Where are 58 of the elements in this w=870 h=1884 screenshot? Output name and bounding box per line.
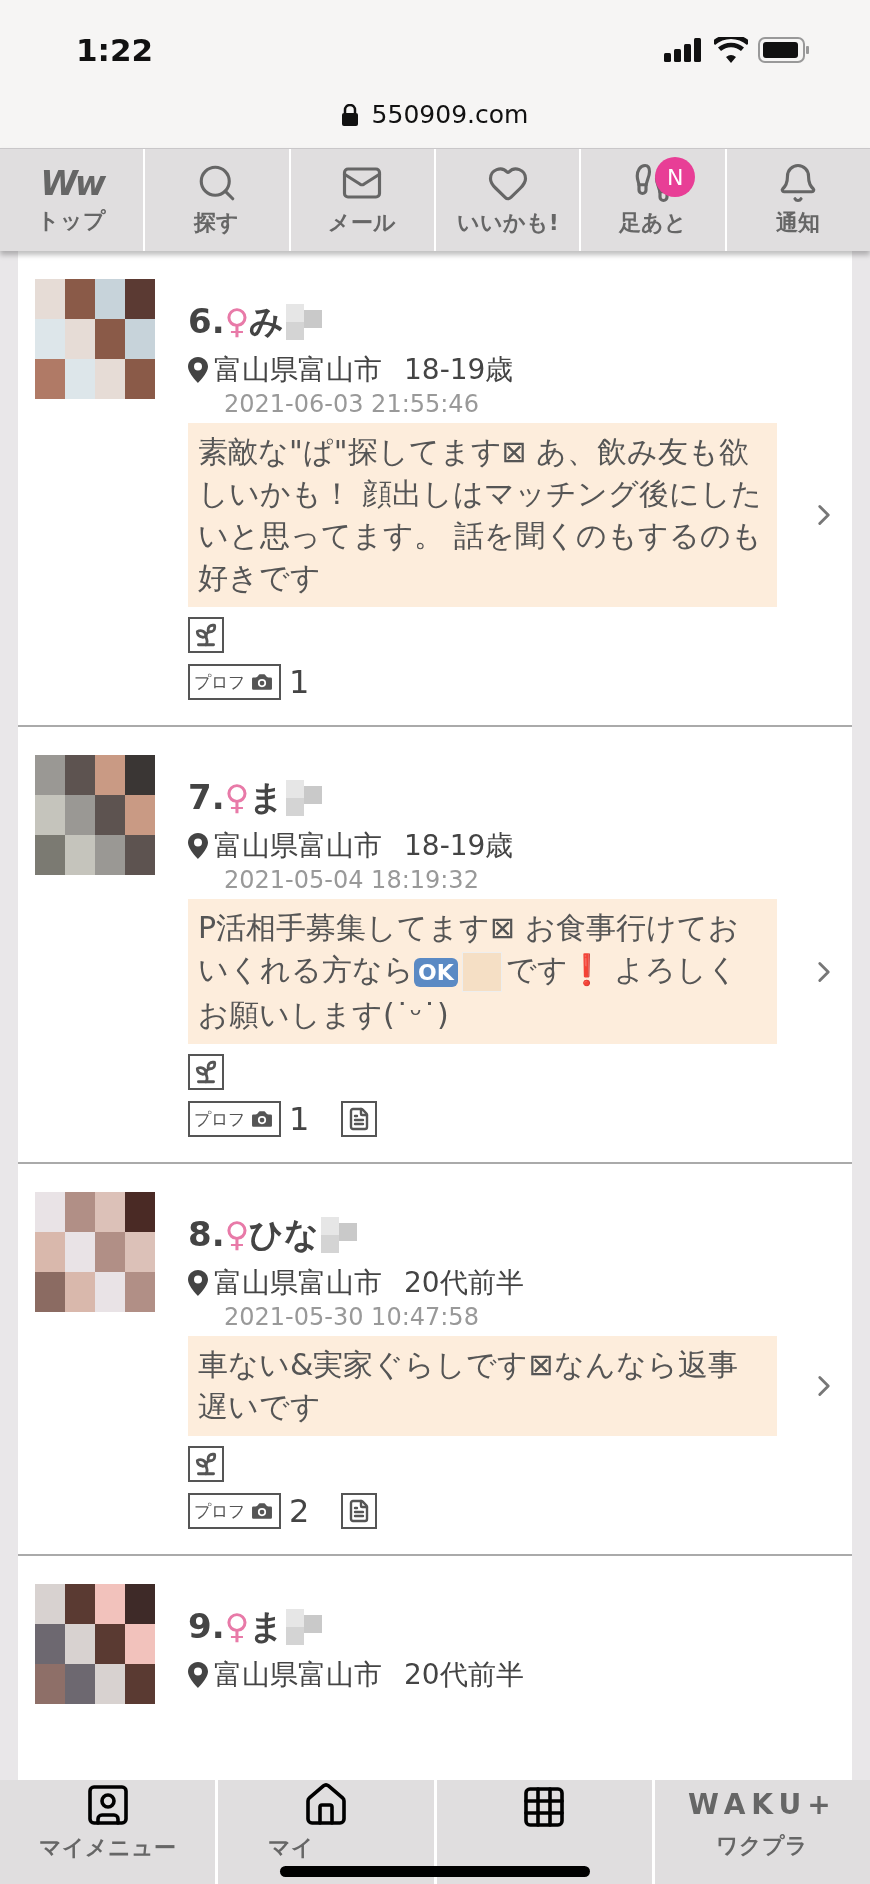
age-text: 18-19歳 [404, 828, 514, 864]
nav-tab[interactable]: いいかも! [436, 149, 580, 251]
post-date: 2021-05-30 10:47:58 [224, 1302, 480, 1332]
blurred-name-mosaic [321, 1217, 358, 1253]
nav-tab[interactable]: 通知 [726, 149, 870, 251]
post-date: 2021-06-03 21:55:46 [224, 389, 480, 419]
profile-photo-tag: プロフ [188, 664, 281, 700]
profile-card[interactable]: 8.♀ひな 富山県富山市 20代前半 2021-05-30 10:47:58 車ない&実家ぐらしです⊠なんなら返事遅いです プロフ 2 [18, 1164, 852, 1556]
profile-card[interactable]: 6.♀み 富山県富山市 18-19歳 2021-06-03 21:55:46 素敵な"ぱ"探してます⊠ あ、飲み友も欲しいかも！ 顔出しはマッチング後にしたいと思ってます。 話を聞くのもするのも好きです プロフ 1 [18, 251, 852, 727]
age-text: 20代前半 [404, 1657, 524, 1693]
status-time: 1:22 [76, 32, 154, 68]
blurred-name-mosaic [286, 780, 323, 816]
location-pin-icon [188, 833, 208, 859]
sprout-icon [188, 617, 224, 653]
url-text[interactable]: 550909.com [371, 100, 529, 129]
lock-icon [341, 103, 358, 126]
profile-photo-tag: プロフ [188, 1101, 281, 1137]
location-text: 富山県富山市 [214, 1657, 382, 1693]
profile-card[interactable]: 7.♀ま 富山県富山市 18-19歳 2021-05-04 18:19:32 P活相手募集してます⊠ お食事行けておいくれる方なら OK です❗ よろしくお願いします(˙ᵕ˙) プロフ 1 [18, 727, 852, 1164]
signal-icon [664, 38, 704, 62]
age-text: 20代前半 [404, 1265, 524, 1301]
nav-tab[interactable]: メール [290, 149, 434, 251]
message-text: 素敵な"ぱ"探してます⊠ あ、飲み友も欲しいかも！ 顔出しはマッチング後にしたいと思ってます。 話を聞くのもするのも好きです [188, 423, 777, 607]
post-date: 2021-05-04 18:19:32 [224, 865, 480, 895]
bottom-nav-tab[interactable]: マイ [218, 1780, 434, 1884]
age-text: 18-19歳 [404, 352, 514, 388]
photo-count: 1 [289, 663, 310, 701]
new-badge: N [655, 157, 696, 197]
bottom-nav-tab[interactable]: マイメニュー [0, 1780, 216, 1884]
message-text: P活相手募集してます⊠ お食事行けておいくれる方なら OK です❗ よろしくお願いします(˙ᵕ˙) [188, 899, 777, 1044]
location-text: 富山県富山市 [214, 1265, 382, 1301]
profile-name: 7.♀ま [188, 776, 285, 819]
location-text: 富山県富山市 [214, 352, 382, 388]
bottom-nav-tab[interactable]: WAKU+ ワクプラ [654, 1780, 870, 1884]
sprout-icon [188, 1446, 224, 1482]
wifi-icon [714, 37, 748, 63]
nav-tab[interactable]: 探す [145, 149, 289, 251]
photo-count: 1 [289, 1100, 310, 1138]
battery-icon [758, 37, 810, 63]
profile-name: 8.♀ひな [188, 1213, 320, 1256]
nav-tab[interactable]: Ww トップ [0, 149, 144, 251]
location-pin-icon [188, 357, 208, 383]
profile-card[interactable]: 9.♀ま 富山県富山市 20代前半 [18, 1556, 852, 1780]
nav-tab[interactable]: N 足あと [581, 149, 725, 251]
profile-photo-tag: プロフ [188, 1493, 281, 1529]
blurred-name-mosaic [286, 304, 323, 340]
location-pin-icon [188, 1662, 208, 1688]
sprout-icon [188, 1054, 224, 1090]
message-text: 車ない&実家ぐらしです⊠なんなら返事遅いです [188, 1336, 777, 1436]
bottom-nav-tab[interactable] [436, 1780, 652, 1884]
blurred-name-mosaic [286, 1609, 323, 1645]
photo-count: 2 [289, 1492, 310, 1530]
location-text: 富山県富山市 [214, 828, 382, 864]
logo: Ww [40, 164, 104, 202]
location-pin-icon [188, 1270, 208, 1296]
profile-name: 9.♀ま [188, 1605, 285, 1648]
profile-name: 6.♀み [188, 300, 285, 343]
logo: WAKU+ [688, 1787, 837, 1823]
